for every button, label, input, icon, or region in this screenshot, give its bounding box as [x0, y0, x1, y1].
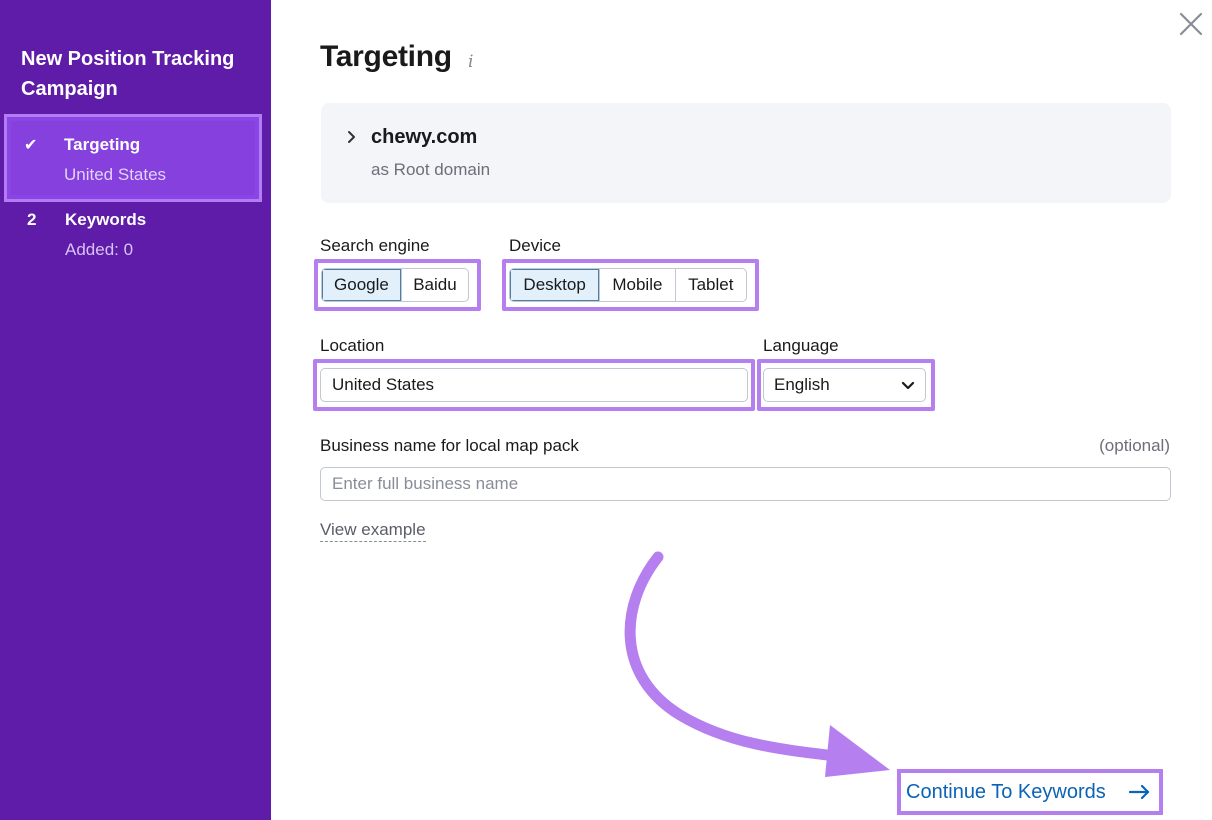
domain-card[interactable]	[321, 103, 1171, 203]
domain-name: chewy.com	[371, 126, 478, 148]
sidebar-step-targeting[interactable]	[4, 114, 262, 202]
language-label: Language	[763, 336, 839, 355]
device-tablet[interactable]: Tablet	[674, 269, 746, 301]
device-desktop[interactable]: Desktop	[510, 269, 600, 301]
search-engine-baidu[interactable]: Baidu	[400, 269, 468, 301]
device-toggle: Desktop Mobile Tablet	[509, 268, 747, 302]
curved-arrow-icon	[624, 551, 890, 777]
view-example-link[interactable]: View example	[320, 520, 426, 542]
step-sub-targeting: United States	[64, 165, 167, 184]
optional-label: (optional)	[1099, 436, 1170, 455]
device-label: Device	[509, 236, 561, 255]
close-icon[interactable]	[1177, 10, 1205, 38]
info-icon[interactable]: i	[468, 52, 473, 72]
chevron-right-icon[interactable]	[345, 130, 359, 144]
device-mobile[interactable]: Mobile	[599, 269, 674, 301]
search-engine-label: Search engine	[320, 236, 430, 255]
sidebar-step-keywords[interactable]: Keywords	[65, 210, 146, 230]
search-engine-google[interactable]: Google	[322, 269, 401, 301]
sidebar-title: New Position Tracking Campaign	[21, 48, 235, 100]
business-name-input[interactable]	[320, 467, 1171, 501]
business-name-label: Business name for local map pack	[320, 436, 579, 455]
chevron-down-icon	[901, 381, 915, 390]
sidebar: New Position Tracking Campaign ✔ Targeti…	[0, 0, 271, 820]
location-input[interactable]	[320, 368, 748, 402]
check-icon: ✔	[24, 137, 38, 154]
language-select[interactable]: English	[763, 368, 926, 402]
search-engine-toggle: Google Baidu	[321, 268, 469, 302]
domain-type: as Root domain	[371, 160, 491, 179]
step-label-targeting: Targeting	[64, 135, 141, 154]
step-sub-keywords: Added: 0	[65, 240, 134, 259]
step-number-keywords: 2	[27, 210, 37, 229]
location-label: Location	[320, 336, 385, 355]
continue-to-keywords-button[interactable]: Continue To Keywords	[897, 769, 1163, 815]
arrow-right-icon	[1129, 784, 1150, 800]
language-value: English	[774, 375, 830, 394]
page-title: Targeting	[320, 40, 452, 73]
continue-label: Continue To Keywords	[906, 780, 1106, 803]
